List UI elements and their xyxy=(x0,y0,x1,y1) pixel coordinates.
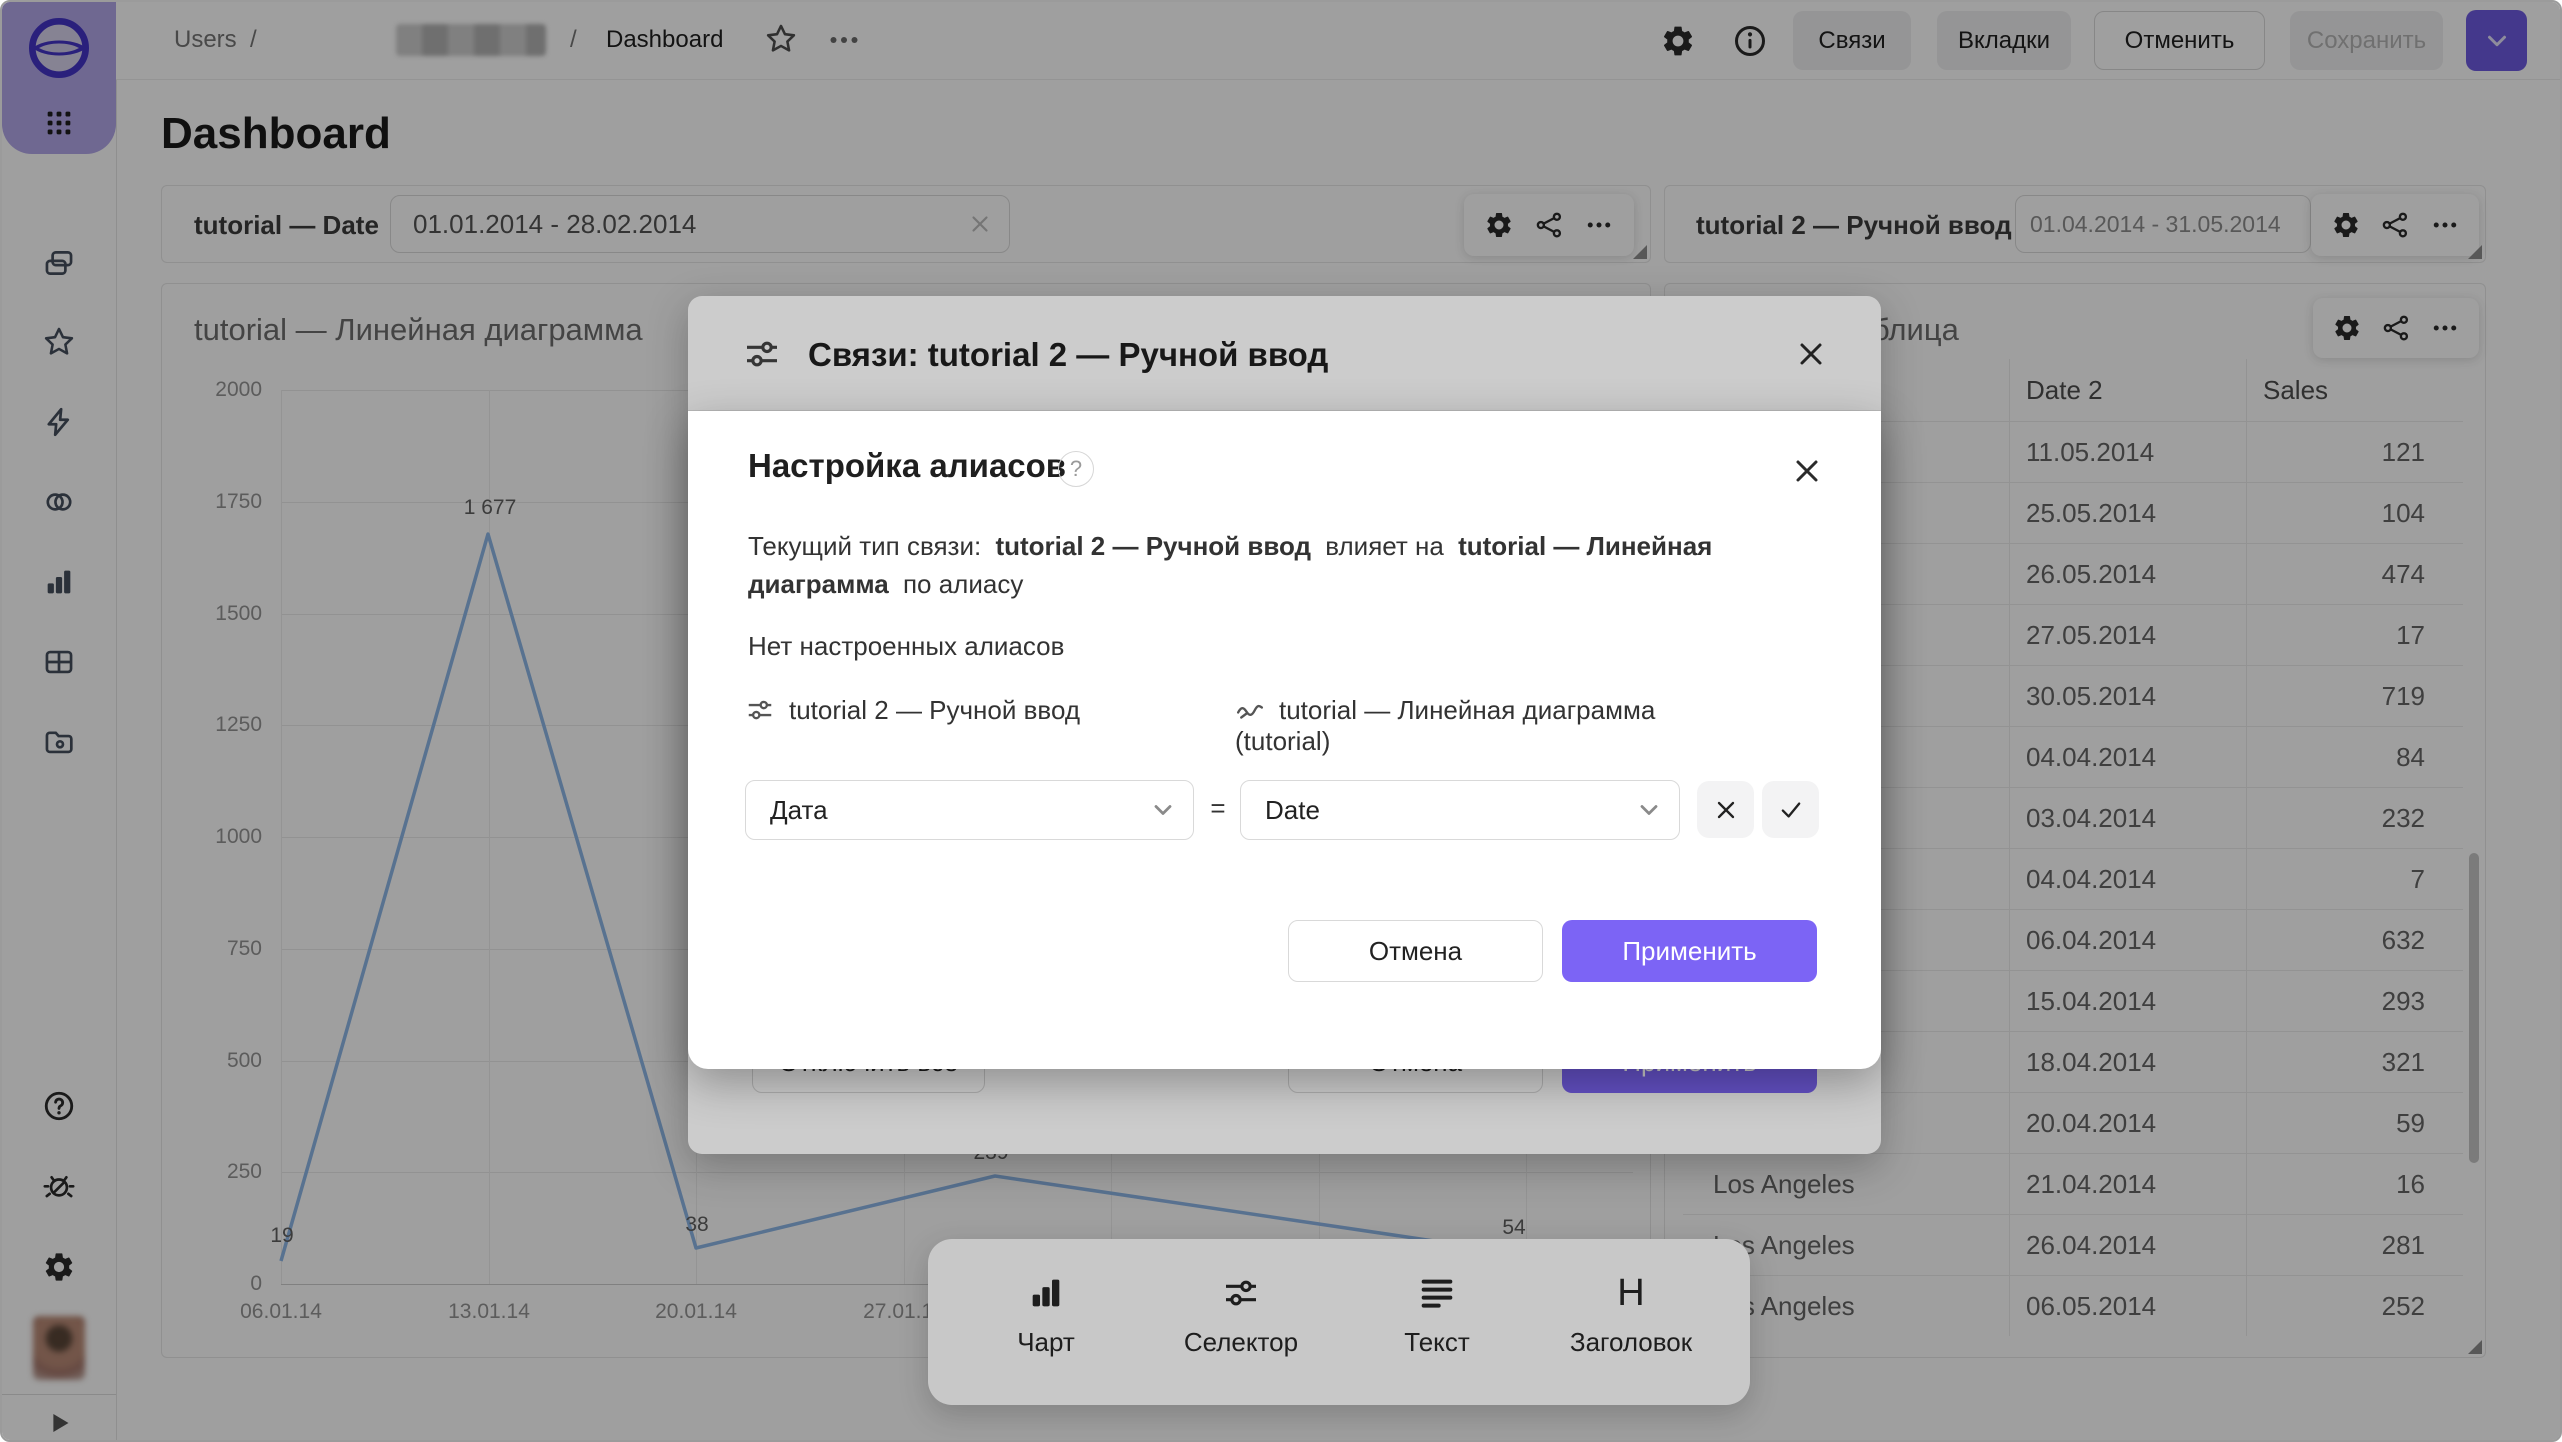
relation-middle: влияет на xyxy=(1325,531,1444,561)
alias-modal-title: Настройка алиасов xyxy=(748,447,1066,485)
check-icon xyxy=(1777,796,1805,824)
close-icon xyxy=(1712,796,1740,824)
help-question-glyph: ? xyxy=(1070,456,1082,482)
relation-suffix: по алиасу xyxy=(903,569,1023,599)
right-field-select[interactable]: Date xyxy=(1240,780,1680,840)
right-dataset-name: tutorial — Линейная диаграмма xyxy=(1279,695,1655,725)
equals-sign: = xyxy=(1198,793,1238,824)
confirm-alias-button[interactable] xyxy=(1762,781,1819,838)
close-icon[interactable] xyxy=(1789,453,1825,489)
left-field-select[interactable]: Дата xyxy=(745,780,1194,840)
chevron-down-icon xyxy=(1149,796,1177,824)
left-dataset-name: tutorial 2 — Ручной ввод xyxy=(789,695,1080,726)
remove-alias-button[interactable] xyxy=(1697,781,1754,838)
relation-description: Текущий тип связи: tutorial 2 — Ручной в… xyxy=(748,527,1848,603)
alias-apply-button[interactable]: Применить xyxy=(1562,920,1817,982)
relation-prefix: Текущий тип связи: xyxy=(748,531,981,561)
right-dataset-header: tutorial — Линейная диаграмма (tutorial) xyxy=(1235,695,1795,757)
right-field-value: Date xyxy=(1265,795,1320,826)
line-chart-icon xyxy=(1235,695,1265,725)
help-question-icon[interactable]: ? xyxy=(1058,451,1094,487)
alias-cancel-button[interactable]: Отмена xyxy=(1288,920,1543,982)
left-dataset-header: tutorial 2 — Ручной ввод xyxy=(745,695,1175,726)
no-aliases-text: Нет настроенных алиасов xyxy=(748,631,1064,662)
manual-input-icon xyxy=(745,695,775,725)
relation-source: tutorial 2 — Ручной ввод xyxy=(995,531,1311,561)
right-dataset-note: (tutorial) xyxy=(1235,726,1330,756)
alias-settings-modal: Настройка алиасов ? Текущий тип связи: t… xyxy=(688,411,1881,1069)
datalens-dashboard-app: Users / / Dashboard Связи Вкладки Отмени… xyxy=(0,0,2562,1442)
left-field-value: Дата xyxy=(770,795,828,826)
chevron-down-icon xyxy=(1635,796,1663,824)
